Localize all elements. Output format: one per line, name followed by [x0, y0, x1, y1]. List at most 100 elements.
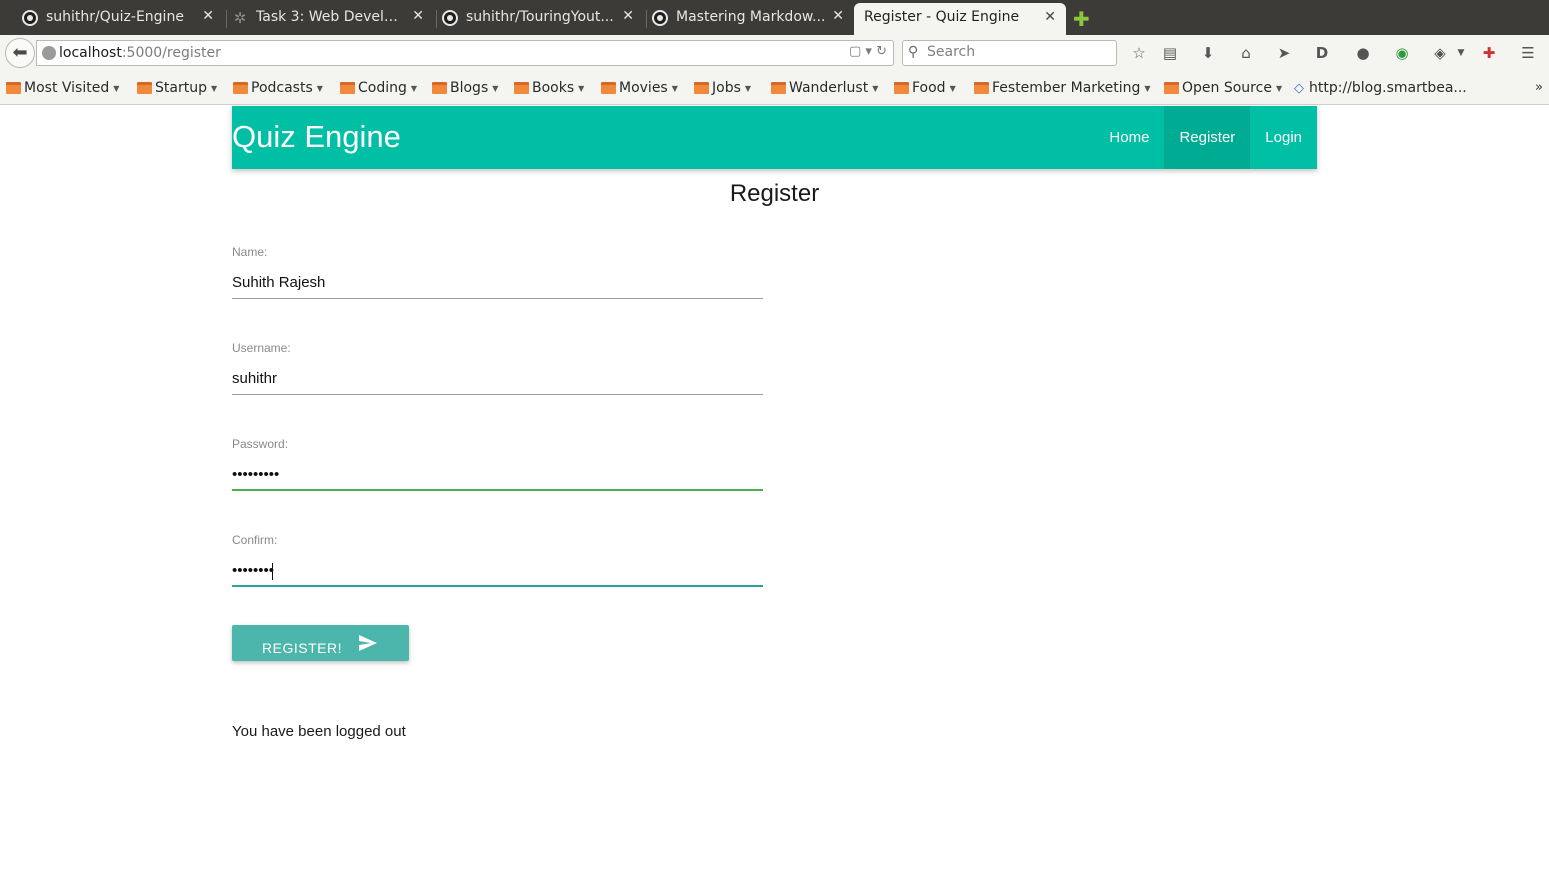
folder-icon — [514, 82, 529, 94]
folder-icon — [974, 82, 989, 94]
register-button-label: REGISTER! — [262, 640, 342, 656]
close-icon[interactable]: ✕ — [1044, 9, 1056, 25]
confirm-input[interactable] — [232, 555, 763, 587]
confirm-label: Confirm: — [232, 533, 278, 547]
bookmark-folder[interactable]: Startup ▼ — [137, 80, 217, 96]
bookmark-folder[interactable]: Food ▼ — [894, 80, 956, 96]
bookmark-folder[interactable]: Coding ▼ — [340, 80, 417, 96]
github-icon — [442, 10, 458, 26]
github-icon — [22, 10, 38, 26]
gear-icon: ✲ — [233, 9, 247, 27]
tab-label: suhithr/Quiz-Engine — [46, 9, 184, 25]
bookmark-label: Books — [532, 80, 575, 96]
d-extension-icon[interactable]: D — [1312, 43, 1332, 63]
bookmark-folder[interactable]: Podcasts ▼ — [233, 80, 323, 96]
bookmark-label: Movies — [619, 80, 668, 96]
page-title: Register — [729, 180, 820, 207]
register-button[interactable]: REGISTER! — [232, 625, 409, 661]
link-icon: ◇ — [1294, 80, 1304, 96]
tab-label: suhithr/TouringYout... — [466, 9, 614, 25]
bookmark-folder[interactable]: Wanderlust ▼ — [771, 80, 878, 96]
search-icon: ⚲ — [908, 44, 919, 60]
password-field: Password: — [232, 437, 763, 491]
nav-register[interactable]: Register — [1164, 106, 1251, 169]
name-field: Name: — [232, 245, 763, 299]
url-bar[interactable]: localhost:5000/register ▢ ▾ ↻ — [36, 40, 894, 66]
chevron-down-icon: ▼ — [410, 83, 418, 93]
chevron-down-icon: ▼ — [1275, 83, 1283, 93]
tab-label: Task 3: Web Develo... — [256, 9, 404, 25]
back-arrow-icon[interactable]: ⬅ — [5, 38, 35, 68]
bookmarks-bar: Most Visited ▼ Startup ▼ Podcasts ▼ Coding ▼… — [0, 71, 1549, 105]
download-icon[interactable]: ⬇ — [1198, 43, 1218, 63]
password-input[interactable] — [232, 459, 763, 491]
new-tab-icon[interactable]: ✚ — [1073, 7, 1090, 31]
page-content: Quiz Engine Home Register Login Register… — [0, 106, 1549, 876]
bookmark-folder[interactable]: Movies ▼ — [601, 80, 678, 96]
github-icon — [652, 10, 668, 26]
pocket-save-icon[interactable]: ◈ — [1430, 43, 1450, 63]
folder-icon — [137, 82, 152, 94]
bookmark-folder[interactable]: Jobs ▼ — [694, 80, 751, 96]
bookmarks-overflow-icon[interactable]: » — [1535, 80, 1543, 95]
nav-login[interactable]: Login — [1250, 106, 1317, 169]
send-icon — [359, 635, 377, 651]
nav-home[interactable]: Home — [1094, 106, 1164, 169]
search-bar[interactable]: ⚲ — [902, 40, 1117, 66]
home-icon[interactable]: ⌂ — [1236, 43, 1256, 63]
folder-icon — [1164, 82, 1179, 94]
browser-tab[interactable]: ✲ Task 3: Web Develo... ✕ — [210, 4, 434, 32]
bookmark-label: http://blog.smartbea... — [1309, 80, 1467, 96]
browser-tab-active[interactable]: Register - Quiz Engine ✕ — [854, 3, 1066, 35]
send-tab-icon[interactable]: ➤ — [1274, 43, 1294, 63]
bookmark-folder[interactable]: Books ▼ — [514, 80, 584, 96]
chevron-down-icon: ▼ — [113, 83, 120, 93]
bookmark-link[interactable]: ◇ http://blog.smartbea... — [1294, 80, 1467, 96]
tab-label: Mastering Markdow... — [676, 9, 826, 25]
browser-tab[interactable]: suhithr/Quiz-Engine ✕ — [0, 4, 224, 32]
text-cursor — [272, 563, 273, 580]
dropdown-arrow-icon[interactable]: ▼ — [1451, 43, 1471, 63]
flash-message: You have been logged out — [232, 723, 406, 740]
browser-tab[interactable]: suhithr/TouringYout... ✕ — [420, 4, 644, 32]
chevron-down-icon: ▼ — [492, 83, 499, 93]
confirm-field: Confirm: — [232, 533, 763, 587]
brand-logo[interactable]: Quiz Engine — [232, 119, 401, 155]
chevron-down-icon: ▼ — [1144, 83, 1151, 93]
bookmark-folder[interactable]: Open Source ▼ — [1164, 80, 1282, 96]
folder-icon — [601, 82, 616, 94]
chevron-down-icon: ▼ — [949, 83, 956, 93]
plus-extension-icon[interactable]: ✚ — [1479, 43, 1499, 63]
bookmark-label: Festember Marketing — [992, 80, 1141, 96]
bookmark-label: Most Visited — [24, 80, 110, 96]
close-icon[interactable]: ✕ — [832, 8, 844, 24]
bookmark-label: Startup — [155, 80, 207, 96]
bookmark-label: Food — [912, 80, 946, 96]
extension-green-icon[interactable]: ◉ — [1392, 43, 1412, 63]
menu-icon[interactable]: ☰ — [1518, 43, 1538, 63]
folder-icon — [6, 82, 21, 94]
app-header: Quiz Engine Home Register Login — [232, 106, 1317, 169]
reading-list-icon[interactable]: ▤ — [1160, 43, 1180, 63]
bookmark-label: Blogs — [450, 80, 489, 96]
password-label: Password: — [232, 437, 289, 451]
browser-tab[interactable]: Mastering Markdow... ✕ — [630, 4, 854, 32]
bookmark-folder[interactable]: Most Visited ▼ — [6, 80, 119, 96]
username-input[interactable] — [232, 363, 763, 395]
folder-icon — [340, 82, 355, 94]
search-input[interactable] — [927, 44, 1107, 60]
pocket-icon[interactable]: ▢ — [849, 44, 861, 59]
bookmark-folder[interactable]: Festember Marketing ▼ — [974, 80, 1151, 96]
browser-navbar: ⬅ localhost:5000/register ▢ ▾ ↻ ⚲ ☆ ▤ ⬇ … — [0, 35, 1549, 71]
bookmark-folder[interactable]: Blogs ▼ — [432, 80, 498, 96]
dropdown-arrow-icon[interactable]: ▾ — [865, 44, 872, 59]
bookmark-label: Coding — [358, 80, 407, 96]
chevron-down-icon: ▼ — [578, 83, 585, 93]
reload-icon[interactable]: ↻ — [876, 44, 887, 59]
bookmark-star-icon[interactable]: ☆ — [1129, 43, 1149, 63]
url-host: localhost — [59, 45, 122, 61]
chat-icon[interactable]: ● — [1353, 43, 1373, 63]
chevron-down-icon: ▼ — [210, 83, 218, 93]
chevron-down-icon: ▼ — [316, 83, 323, 93]
name-input[interactable] — [232, 267, 763, 299]
